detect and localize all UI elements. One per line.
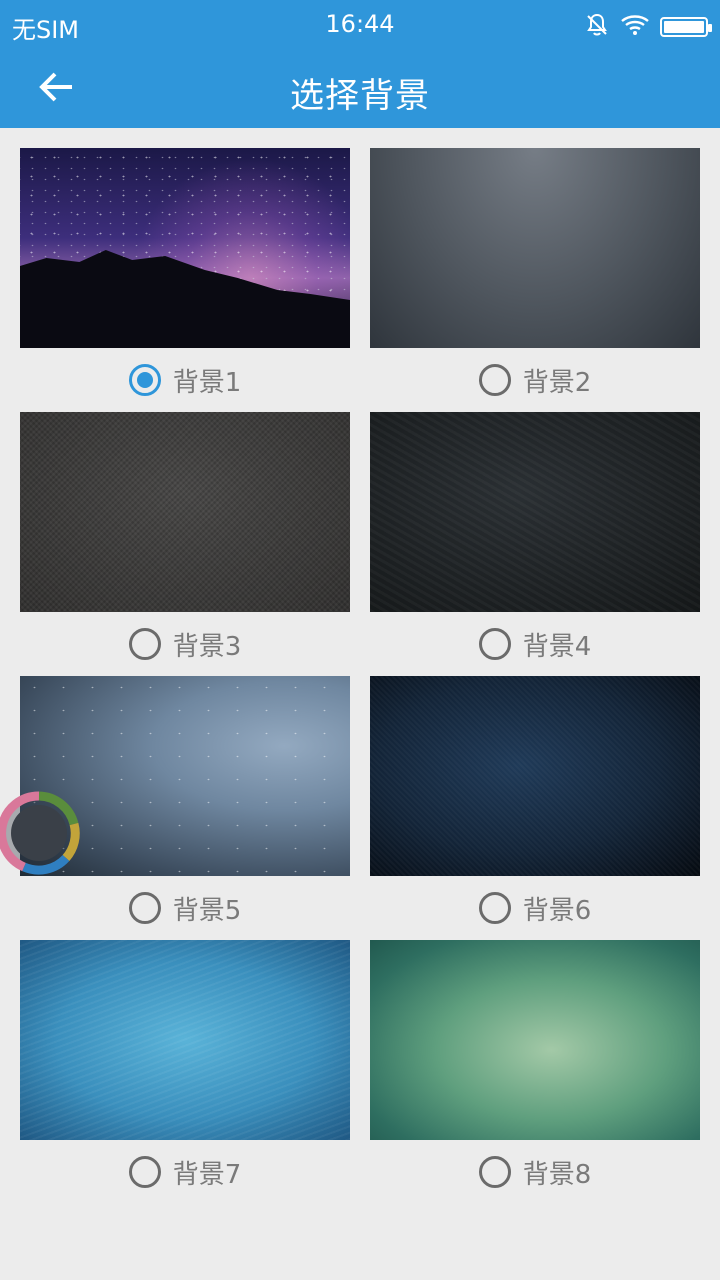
radio-unselected-icon[interactable] — [128, 628, 161, 660]
background-option-8[interactable]: 背景8 — [370, 1152, 700, 1192]
background-label-6: 背景6 — [522, 895, 592, 926]
radio-selected-icon[interactable] — [128, 364, 161, 396]
background-option-5[interactable]: 背景5 — [20, 888, 350, 928]
background-thumbnail-3[interactable] — [20, 412, 350, 612]
background-card-7: 背景7 — [20, 940, 350, 1190]
radio-unselected-icon[interactable] — [128, 1156, 161, 1188]
background-label-5: 背景5 — [172, 895, 242, 926]
background-thumbnail-6[interactable] — [370, 676, 700, 876]
background-thumbnail-8[interactable] — [370, 940, 700, 1140]
background-thumbnail-4[interactable] — [370, 412, 700, 612]
floating-assistant-button[interactable] — [0, 788, 84, 878]
battery-icon — [660, 17, 712, 37]
radio-unselected-icon[interactable] — [478, 1156, 511, 1188]
wifi-icon — [620, 13, 650, 41]
background-option-6[interactable]: 背景6 — [370, 888, 700, 928]
status-icons — [584, 12, 712, 42]
page-title: 选择背景 — [290, 76, 430, 116]
app-bar: 无SIM 16:44 选择背景 — [0, 0, 720, 128]
radio-unselected-icon[interactable] — [128, 892, 161, 924]
background-label-8: 背景8 — [522, 1159, 592, 1190]
background-card-3: 背景3 — [20, 412, 350, 662]
status-bar: 无SIM 16:44 — [0, 0, 720, 50]
background-thumbnail-2[interactable] — [370, 148, 700, 348]
background-thumbnail-7[interactable] — [20, 940, 350, 1140]
background-thumbnail-1[interactable] — [20, 148, 350, 348]
radio-unselected-icon[interactable] — [478, 364, 511, 396]
background-card-6: 背景6 — [370, 676, 700, 926]
background-option-7[interactable]: 背景7 — [20, 1152, 350, 1192]
floating-assistant-icon — [0, 791, 84, 882]
background-label-7: 背景7 — [172, 1159, 242, 1190]
background-option-2[interactable]: 背景2 — [370, 360, 700, 400]
background-option-3[interactable]: 背景3 — [20, 624, 350, 664]
background-label-3: 背景3 — [172, 631, 242, 662]
radio-unselected-icon[interactable] — [478, 892, 511, 924]
background-label-1: 背景1 — [172, 367, 242, 398]
background-label-4: 背景4 — [522, 631, 592, 662]
background-card-8: 背景8 — [370, 940, 700, 1190]
radio-unselected-icon[interactable] — [478, 628, 511, 660]
background-card-4: 背景4 — [370, 412, 700, 662]
background-card-1: 背景1 — [20, 148, 350, 398]
background-option-4[interactable]: 背景4 — [370, 624, 700, 664]
bell-off-icon — [584, 12, 610, 42]
background-card-2: 背景2 — [370, 148, 700, 398]
background-option-1[interactable]: 背景1 — [20, 360, 350, 400]
background-label-2: 背景2 — [522, 367, 592, 398]
